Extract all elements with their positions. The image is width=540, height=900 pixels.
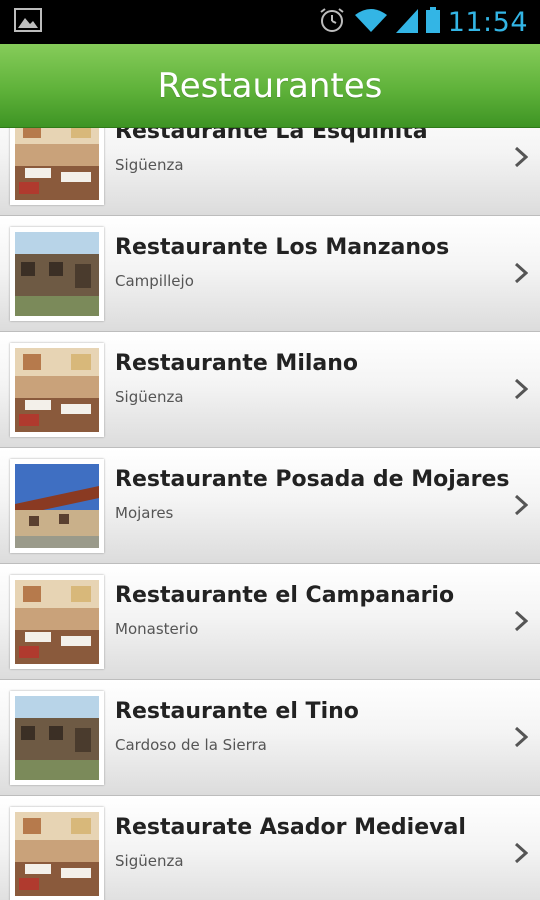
signal-icon <box>395 7 418 38</box>
restaurant-location: Sigüenza <box>115 388 184 406</box>
list-item[interactable]: Restaurate Asador Medieval Sigüenza <box>0 796 540 900</box>
restaurant-location: Cardoso de la Sierra <box>115 736 267 754</box>
chevron-right-icon <box>514 726 529 748</box>
restaurant-name: Restaurante La Esquinita <box>115 128 428 144</box>
list-item[interactable]: Restaurante Los Manzanos Campillejo <box>0 216 540 332</box>
restaurant-name: Restaurante Posada de Mojares <box>115 467 510 492</box>
restaurant-thumbnail <box>10 128 104 205</box>
action-bar: Restaurantes <box>0 44 540 128</box>
alarm-icon <box>318 6 346 39</box>
restaurant-thumbnail <box>10 343 104 437</box>
chevron-right-icon <box>514 378 529 400</box>
list-item[interactable]: Restaurante Posada de Mojares Mojares <box>0 448 540 564</box>
list-item[interactable]: Restaurante La Esquinita Sigüenza <box>0 128 540 216</box>
dining-room-photo <box>15 580 99 664</box>
restaurant-name: Restaurante Los Manzanos <box>115 235 450 260</box>
restaurant-name: Restaurante el Tino <box>115 699 359 724</box>
chevron-right-icon <box>514 262 529 284</box>
restaurant-location: Campillejo <box>115 272 194 290</box>
status-time: 11:54 <box>447 6 528 38</box>
stone-building-photo <box>15 696 99 780</box>
chevron-right-icon <box>514 146 529 168</box>
stone-building-photo <box>15 232 99 316</box>
dining-room-photo <box>15 812 99 896</box>
restaurant-location: Sigüenza <box>115 852 184 870</box>
dining-room-photo <box>15 348 99 432</box>
restaurant-location: Mojares <box>115 504 174 522</box>
restaurant-thumbnail <box>10 459 104 553</box>
gallery-notification-icon <box>14 7 42 37</box>
restaurant-thumbnail <box>10 691 104 785</box>
restaurant-location: Monasterio <box>115 620 199 638</box>
chevron-right-icon <box>514 494 529 516</box>
list-item[interactable]: Restaurante Milano Sigüenza <box>0 332 540 448</box>
list-item[interactable]: Restaurante el Tino Cardoso de la Sierra <box>0 680 540 796</box>
restaurant-name: Restaurate Asador Medieval <box>115 815 466 840</box>
dining-room-photo <box>15 128 99 200</box>
restaurant-thumbnail <box>10 575 104 669</box>
battery-icon <box>425 6 440 38</box>
status-bar: 11:54 <box>0 0 540 44</box>
village-building-photo <box>15 464 99 548</box>
list-item[interactable]: Restaurante el Campanario Monasterio <box>0 564 540 680</box>
restaurant-location: Sigüenza <box>115 156 184 174</box>
page-title: Restaurantes <box>157 65 383 106</box>
chevron-right-icon <box>514 610 529 632</box>
restaurant-thumbnail <box>10 807 104 900</box>
restaurant-list[interactable]: Restaurante La Esquinita Sigüenza Restaura… <box>0 128 540 900</box>
restaurant-name: Restaurante el Campanario <box>115 583 455 608</box>
restaurant-name: Restaurante Milano <box>115 351 359 376</box>
wifi-icon <box>354 7 388 38</box>
restaurant-thumbnail <box>10 227 104 321</box>
chevron-right-icon <box>514 842 529 864</box>
